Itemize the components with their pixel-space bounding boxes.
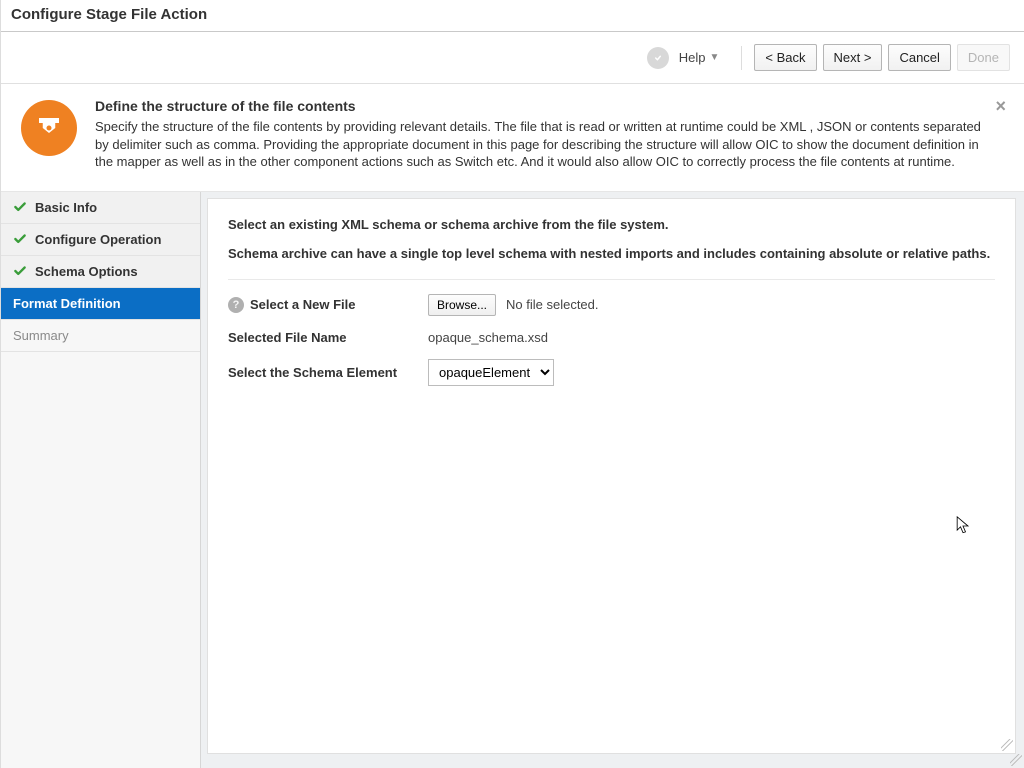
sidebar-item-label: Schema Options xyxy=(35,264,138,279)
content-divider xyxy=(228,279,995,280)
banner-badge-icon xyxy=(21,100,77,156)
toolbar-separator xyxy=(741,46,742,70)
browse-button[interactable]: Browse... xyxy=(428,294,496,316)
label-selected-file-name: Selected File Name xyxy=(228,330,347,345)
next-button[interactable]: Next > xyxy=(823,44,883,71)
value-selected-file-name: opaque_schema.xsd xyxy=(428,330,548,345)
help-icon[interactable]: ? xyxy=(228,297,244,313)
done-button: Done xyxy=(957,44,1010,71)
sidebar-item-label: Summary xyxy=(13,328,69,343)
resize-grip-icon[interactable] xyxy=(1001,739,1013,751)
check-icon xyxy=(13,200,27,214)
train-progress-icon xyxy=(647,47,669,69)
help-label: Help xyxy=(679,50,706,65)
window-resize-grip-icon[interactable] xyxy=(1010,754,1022,766)
sidebar-item-label: Format Definition xyxy=(13,296,121,311)
sidebar-item-basic-info[interactable]: Basic Info xyxy=(1,192,200,224)
check-icon xyxy=(13,232,27,246)
sidebar-item-configure-operation[interactable]: Configure Operation xyxy=(1,224,200,256)
schema-element-select[interactable]: opaqueElement xyxy=(428,359,554,386)
info-banner: × Define the structure of the file conte… xyxy=(1,84,1024,192)
help-menu[interactable]: Help ▼ xyxy=(679,50,720,65)
wizard-sidebar: Basic Info Configure Operation Schema Op… xyxy=(1,192,201,768)
sidebar-item-label: Configure Operation xyxy=(35,232,161,247)
row-select-new-file: ? Select a New File Browse... No file se… xyxy=(228,294,995,316)
content-intro-2: Schema archive can have a single top lev… xyxy=(228,246,995,261)
label-schema-element: Select the Schema Element xyxy=(228,365,397,380)
banner-heading: Define the structure of the file content… xyxy=(95,98,995,114)
back-button[interactable]: < Back xyxy=(754,44,816,71)
cancel-button[interactable]: Cancel xyxy=(888,44,950,71)
sidebar-item-label: Basic Info xyxy=(35,200,97,215)
toolbar: Help ▼ < Back Next > Cancel Done xyxy=(1,32,1024,84)
sidebar-item-schema-options[interactable]: Schema Options xyxy=(1,256,200,288)
content-intro-1: Select an existing XML schema or schema … xyxy=(228,217,995,232)
close-icon[interactable]: × xyxy=(995,96,1006,117)
row-selected-file-name: Selected File Name opaque_schema.xsd xyxy=(228,330,995,345)
label-select-new-file: Select a New File xyxy=(250,297,356,312)
window-title: Configure Stage File Action xyxy=(11,6,1014,23)
sidebar-item-format-definition[interactable]: Format Definition xyxy=(1,288,200,320)
content-panel: Select an existing XML schema or schema … xyxy=(207,198,1016,754)
row-schema-element: Select the Schema Element opaqueElement xyxy=(228,359,995,386)
banner-description: Specify the structure of the file conten… xyxy=(95,118,995,171)
titlebar: Configure Stage File Action xyxy=(1,0,1024,32)
no-file-selected-text: No file selected. xyxy=(506,297,599,312)
check-icon xyxy=(13,264,27,278)
chevron-down-icon: ▼ xyxy=(710,52,720,63)
sidebar-item-summary[interactable]: Summary xyxy=(1,320,200,352)
